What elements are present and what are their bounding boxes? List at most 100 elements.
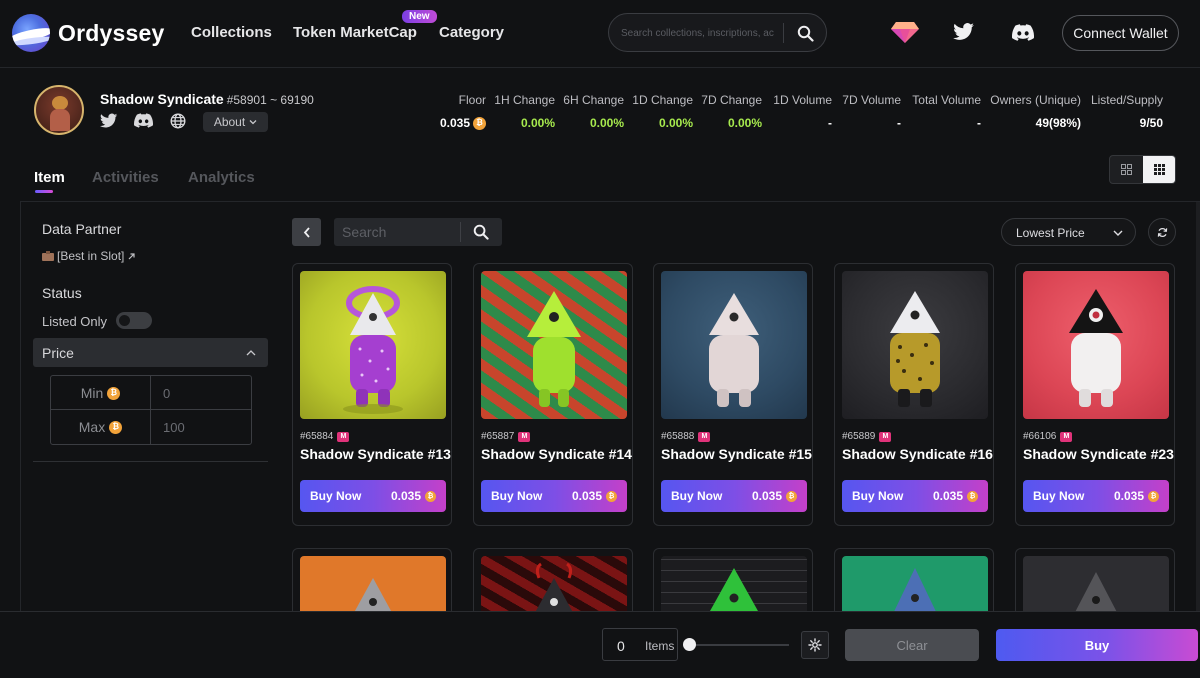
nft-card[interactable] xyxy=(1015,548,1175,618)
inscription-text: #65884 xyxy=(300,431,334,442)
chevron-down-icon xyxy=(1113,230,1123,236)
buy-now-button[interactable]: Buy Now 0.035 ₿ xyxy=(661,480,807,512)
nft-card[interactable]: #66106 M Shadow Syndicate #23 Buy Now 0.0… xyxy=(1015,263,1175,526)
scrollbar[interactable] xyxy=(1196,202,1200,611)
buy-now-label: Buy Now xyxy=(671,489,723,503)
stat-label-6h-change: 6H Change xyxy=(563,93,624,107)
bitcoin-icon: ₿ xyxy=(606,490,617,502)
buy-price: 0.035 ₿ xyxy=(933,489,978,503)
nav-link-collections[interactable]: Collections xyxy=(191,24,272,41)
nft-title: Shadow Syndicate #16 xyxy=(842,446,993,462)
sort-label: Lowest Price xyxy=(1016,226,1085,240)
status-title: Status xyxy=(42,285,82,301)
nft-title: Shadow Syndicate #15 xyxy=(661,446,812,462)
min-price-input[interactable] xyxy=(163,385,243,401)
sweep-slider-handle[interactable] xyxy=(683,638,696,651)
discord-icon[interactable] xyxy=(1011,22,1035,42)
twitter-icon[interactable] xyxy=(100,113,118,131)
small-grid-view-button[interactable] xyxy=(1143,156,1175,183)
buy-now-button[interactable]: Buy Now 0.035 ₿ xyxy=(300,480,446,512)
stat-label-floor: Floor xyxy=(458,93,486,107)
tab-activities[interactable]: Activities xyxy=(92,169,159,186)
global-search-input[interactable] xyxy=(621,24,781,42)
sidebar-divider xyxy=(33,461,268,462)
collection-title: Shadow Syndicate #58901 ~ 69190 xyxy=(100,91,314,107)
nft-image xyxy=(1023,271,1169,419)
refresh-button[interactable] xyxy=(1148,218,1176,246)
buy-now-button[interactable]: Buy Now 0.035 ₿ xyxy=(1023,480,1169,512)
price-text: 0.035 xyxy=(571,489,602,503)
data-partner-link[interactable]: [Best in Slot] xyxy=(42,249,136,263)
view-toggle xyxy=(1109,155,1176,184)
item-count-field[interactable]: 0 Items xyxy=(602,628,678,661)
search-icon[interactable] xyxy=(795,23,815,43)
item-search-input[interactable] xyxy=(342,224,452,240)
nft-card[interactable] xyxy=(473,548,633,618)
listed-only-toggle[interactable] xyxy=(116,312,152,329)
ordyssey-logo-icon xyxy=(12,14,50,52)
inscription-number: #65884 M xyxy=(300,431,350,442)
stat-value-6h-change: 0.00% xyxy=(589,116,624,130)
partner-logo-icon xyxy=(42,251,54,261)
brand-logo[interactable]: Ordyssey xyxy=(12,14,164,52)
nft-card[interactable] xyxy=(653,548,813,618)
price-text: 0.035 xyxy=(390,489,421,503)
min-price-row: Min ₿ xyxy=(51,376,251,410)
item-search xyxy=(334,218,502,246)
nft-image xyxy=(661,271,807,419)
buy-now-button[interactable]: Buy Now 0.035 ₿ xyxy=(842,480,988,512)
connect-wallet-button[interactable]: Connect Wallet xyxy=(1062,15,1179,51)
gem-icon[interactable] xyxy=(890,20,920,44)
price-text: 0.035 xyxy=(932,489,963,503)
settings-button[interactable] xyxy=(801,631,829,659)
max-label-text: Max xyxy=(78,419,106,435)
sidebar-border xyxy=(20,201,21,611)
stat-label-7d-volume: 7D Volume xyxy=(842,93,901,107)
clear-button[interactable]: Clear xyxy=(845,629,979,661)
nav-link-category[interactable]: Category xyxy=(439,24,504,41)
global-search xyxy=(608,13,827,52)
price-text: 0.035 xyxy=(751,489,782,503)
magic-eden-icon: M xyxy=(698,431,711,442)
nft-card[interactable]: #65889 M Shadow Syndicate #16 Buy Now 0.0… xyxy=(834,263,994,526)
inscription-text: #65889 xyxy=(842,431,876,442)
stat-value-7d-volume: - xyxy=(897,116,901,130)
inscription-text: #65888 xyxy=(661,431,695,442)
discord-icon[interactable] xyxy=(134,113,154,131)
collapse-sidebar-button[interactable] xyxy=(292,218,321,246)
nav-link-token-marketcap[interactable]: Token MarketCap xyxy=(293,24,417,41)
search-icon[interactable] xyxy=(472,223,490,241)
nft-image xyxy=(842,271,988,419)
tab-analytics[interactable]: Analytics xyxy=(188,169,255,186)
nft-card[interactable] xyxy=(292,548,452,618)
buy-button[interactable]: Buy xyxy=(996,629,1198,661)
stat-value-owners: 49(98%) xyxy=(1035,116,1081,130)
price-filter-header[interactable]: Price xyxy=(33,338,268,367)
stat-value-1d-volume: - xyxy=(828,116,832,130)
small-grid-icon xyxy=(1154,164,1165,175)
max-price-input[interactable] xyxy=(163,419,243,435)
about-dropdown[interactable]: About xyxy=(203,112,268,132)
nft-card[interactable]: #65884 M Shadow Syndicate #13 Buy Now 0.0… xyxy=(292,263,452,526)
twitter-icon[interactable] xyxy=(953,22,975,42)
nft-card[interactable] xyxy=(834,548,994,618)
item-search-divider xyxy=(460,222,461,242)
inscription-number: #65889 M xyxy=(842,431,892,442)
sweep-slider-track[interactable] xyxy=(689,644,789,646)
globe-icon[interactable] xyxy=(170,113,188,131)
stat-value-1d-change: 0.00% xyxy=(658,116,693,130)
inscription-number: #65888 M xyxy=(661,431,711,442)
stat-label-listed-supply: Listed/Supply xyxy=(1090,93,1163,107)
nft-card[interactable]: #65887 M Shadow Syndicate #14 Buy Now 0.0… xyxy=(473,263,633,526)
collection-name: Shadow Syndicate xyxy=(100,91,224,107)
sort-dropdown[interactable]: Lowest Price xyxy=(1001,218,1136,246)
stat-label-1h-change: 1H Change xyxy=(494,93,555,107)
tab-item[interactable]: Item xyxy=(34,169,65,186)
data-partner-title: Data Partner xyxy=(42,221,122,237)
nft-card[interactable]: #65888 M Shadow Syndicate #15 Buy Now 0.0… xyxy=(653,263,813,526)
bitcoin-icon: ₿ xyxy=(967,490,978,502)
buy-now-button[interactable]: Buy Now 0.035 ₿ xyxy=(481,480,627,512)
large-grid-view-button[interactable] xyxy=(1110,156,1143,183)
magic-eden-icon: M xyxy=(1060,431,1073,442)
listed-only-label: Listed Only xyxy=(42,314,108,329)
